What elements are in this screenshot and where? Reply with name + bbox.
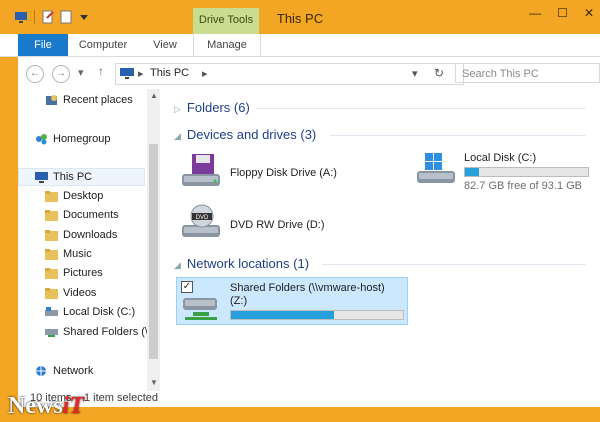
sidebar-item-label: Music	[63, 248, 92, 260]
group-header-devices[interactable]: ◢ Devices and drives (3)	[174, 127, 316, 142]
tab-computer[interactable]: Computer	[72, 34, 134, 56]
content-pane: ▷ Folders (6) ◢ Devices and drives (3) Flo…	[160, 89, 600, 391]
network-location-drive-letter: (Z:)	[230, 295, 248, 307]
window-title: This PC	[276, 11, 324, 26]
network-icon	[36, 366, 46, 376]
folder-icon	[45, 210, 58, 221]
watermark-accent: iT	[62, 393, 84, 419]
group-header-folders[interactable]: ▷ Folders (6)	[174, 100, 250, 115]
windows-drive-icon	[417, 153, 455, 183]
drive-label: Floppy Disk Drive (A:)	[230, 167, 337, 179]
breadcrumb-separator-icon[interactable]: ▸	[202, 67, 208, 80]
folder-icon	[45, 191, 58, 202]
scroll-up-icon[interactable]: ▲	[150, 91, 158, 100]
search-input[interactable]: Search This PC	[455, 63, 600, 83]
sidebar-item-label: Network	[53, 365, 94, 377]
drive-usage-fill	[465, 168, 479, 176]
watermark-logo: NewsiT	[8, 393, 84, 420]
sidebar-item-label: This PC	[53, 171, 93, 183]
sidebar-item-label: Shared Folders (\	[63, 326, 148, 338]
window-controls: — ☐ ✕	[529, 6, 594, 20]
drive-dvd[interactable]: DVD DVD RW Drive (D:)	[178, 203, 378, 245]
sidebar-item-label: Local Disk (C:)	[63, 306, 136, 318]
window-left-frame	[0, 34, 18, 407]
folder-icon	[45, 288, 58, 299]
tab-manage[interactable]: Manage	[193, 34, 261, 56]
navigation-scrollbar[interactable]: ▲ ▼	[147, 89, 160, 391]
group-divider	[322, 264, 586, 265]
breadcrumb-separator-icon[interactable]: ▸	[138, 67, 144, 80]
folder-icon	[45, 249, 58, 260]
sidebar-item-label: Downloads	[63, 229, 118, 241]
sidebar-item-label: Desktop	[63, 190, 104, 202]
maximize-button[interactable]: ☐	[557, 6, 568, 20]
back-button[interactable]: ←	[26, 65, 44, 83]
sidebar-item-label: Documents	[63, 209, 119, 221]
homegroup-icon	[36, 134, 47, 145]
expand-icon: ▷	[174, 104, 181, 114]
floppy-drive-icon	[182, 154, 220, 186]
address-dropdown-icon[interactable]: ▾	[412, 67, 418, 80]
drive-free-space: 82.7 GB free of 93.1 GB	[464, 180, 583, 192]
navigation-pane: Recent places Homegroup This PC Desktop …	[18, 89, 160, 391]
group-divider	[330, 135, 586, 136]
tab-view[interactable]: View	[140, 34, 190, 56]
explorer-window: Drive Tools This PC — ☐ ✕ File Computer …	[0, 0, 600, 422]
tab-file[interactable]: File	[18, 34, 68, 56]
back-arrow-icon: ←	[30, 68, 40, 79]
sidebar-item-label: Recent places	[63, 94, 133, 106]
address-bar[interactable]: ▸ This PC ▸ ▾ ↻	[115, 63, 464, 85]
scrollbar-thumb[interactable]	[149, 144, 158, 359]
selection-count: 1 item selected	[84, 392, 158, 404]
group-divider	[256, 108, 586, 109]
close-button[interactable]: ✕	[584, 6, 594, 20]
scroll-down-icon[interactable]: ▼	[150, 378, 158, 387]
refresh-icon[interactable]: ↻	[434, 66, 444, 80]
group-header-label: Network locations (1)	[186, 256, 310, 271]
drive-usage-bar	[464, 167, 589, 177]
recent-locations-chevron-icon[interactable]: ▾	[78, 66, 84, 79]
sidebar-item-label: Videos	[63, 287, 97, 299]
drive-label: DVD RW Drive (D:)	[230, 219, 325, 231]
minimize-button[interactable]: —	[529, 6, 541, 20]
folder-icon	[45, 230, 58, 241]
collapse-icon: ◢	[174, 131, 181, 141]
svg-text:DVD: DVD	[196, 215, 209, 221]
recent-places-icon	[46, 95, 57, 105]
forward-arrow-icon: →	[56, 68, 66, 79]
status-bar: 10 items 1 item selected	[18, 391, 600, 407]
sidebar-item-label: Homegroup	[53, 133, 111, 145]
network-location-shared-folders[interactable]: ✓ Shared Folders (\\vmware-host) (Z:)	[176, 277, 408, 325]
drive-floppy[interactable]: Floppy Disk Drive (A:)	[178, 152, 378, 194]
network-drive-icon	[183, 298, 217, 320]
group-header-label: Devices and drives (3)	[186, 127, 317, 142]
forward-button[interactable]: →	[52, 65, 70, 83]
drive-icon	[45, 307, 58, 316]
window-bottom-frame	[0, 407, 600, 422]
breadcrumb[interactable]: This PC	[150, 67, 189, 79]
dvd-drive-icon: DVD	[182, 204, 220, 237]
sidebar-item-label: Pictures	[63, 267, 103, 279]
folder-icon	[45, 268, 58, 279]
title-bar: Drive Tools This PC — ☐ ✕	[0, 0, 600, 34]
drive-label: Local Disk (C:)	[464, 152, 537, 164]
address-row: ← → ▾ ↑ ▸ This PC ▸ ▾ ↻ Search This PC	[18, 57, 600, 89]
drive-local-disk[interactable]: Local Disk (C:) 82.7 GB free of 93.1 GB	[415, 149, 595, 197]
collapse-icon: ◢	[174, 260, 181, 270]
up-arrow-icon[interactable]: ↑	[98, 64, 104, 78]
drive-usage-fill	[231, 311, 335, 319]
watermark-text: News	[8, 393, 63, 419]
network-location-label: Shared Folders (\\vmware-host)	[230, 282, 385, 294]
group-header-label: Folders (6)	[186, 100, 250, 115]
network-drive-icon	[45, 329, 58, 337]
this-pc-icon	[120, 68, 134, 79]
group-header-network[interactable]: ◢ Network locations (1)	[174, 256, 309, 271]
ribbon-tabs: File Computer View Manage	[0, 34, 600, 57]
this-pc-icon	[35, 172, 48, 183]
drive-usage-bar	[230, 310, 404, 320]
